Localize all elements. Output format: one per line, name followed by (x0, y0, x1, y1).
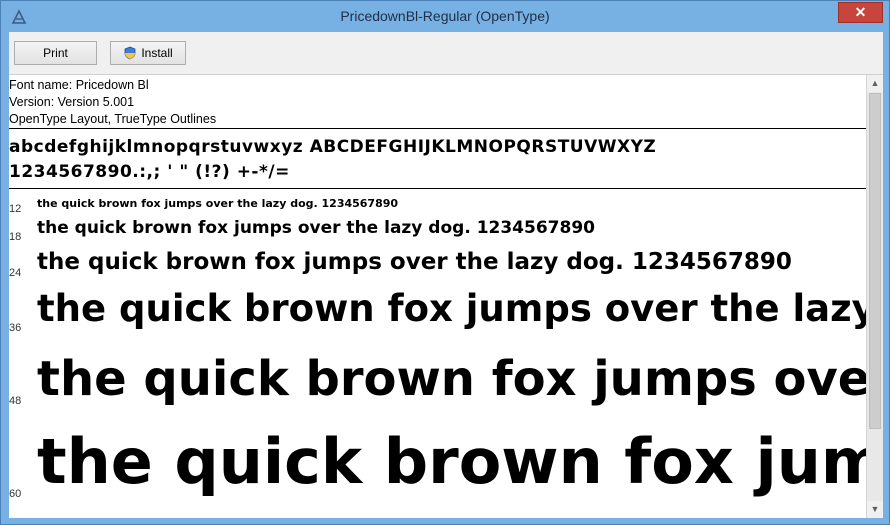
sample-text: the quick brown fox jumps over the lazy … (37, 351, 866, 407)
uac-shield-icon (124, 46, 136, 60)
sample-text: the quick brown fox jumps over the lazy … (37, 249, 792, 275)
toolbar: Print Install (9, 32, 883, 75)
title-bar[interactable]: PricedownBl-Regular (OpenType) ✕ (1, 1, 889, 32)
sample-size-label: 48 (9, 395, 22, 407)
sample-text: the quick brown fox jumps over the lazy … (37, 425, 866, 498)
sample-size-label: 18 (9, 231, 22, 243)
font-type-text: OpenType Layout, TrueType Outlines (9, 112, 217, 126)
font-name-text: Font name: Pricedown Bl (9, 78, 149, 92)
sample-size-label: 36 (9, 322, 22, 334)
sample-text: the quick brown fox jumps over the lazy … (37, 218, 595, 238)
close-button[interactable]: ✕ (838, 2, 883, 23)
sample-text: the quick brown fox jumps over the lazy … (37, 287, 866, 330)
sample-text: the quick brown fox jumps over the lazy … (37, 197, 399, 210)
font-info: Font name: Pricedown Bl Version: Version… (9, 77, 216, 128)
divider (9, 128, 866, 129)
scroll-down-arrow-icon[interactable]: ▼ (867, 501, 883, 518)
sample-size-label: 24 (9, 267, 22, 279)
scroll-up-arrow-icon[interactable]: ▲ (867, 75, 883, 92)
vertical-scrollbar[interactable]: ▲ ▼ (866, 75, 883, 518)
print-button-label: Print (43, 46, 68, 60)
print-button[interactable]: Print (14, 41, 97, 65)
sample-size-label: 60 (9, 488, 22, 500)
charset-letters: abcdefghijklmnopqrstuvwxyz ABCDEFGHIJKLM… (9, 137, 657, 157)
sample-size-label: 12 (9, 203, 22, 215)
font-viewer-window: PricedownBl-Regular (OpenType) ✕ Print I… (0, 0, 890, 525)
install-button-label: Install (141, 46, 173, 60)
window-title: PricedownBl-Regular (OpenType) (340, 8, 550, 24)
divider (9, 188, 866, 189)
charset-symbols: 1234567890.:,; ' " (!?) +-*/= (9, 162, 290, 182)
install-button[interactable]: Install (110, 41, 186, 65)
scrollbar-thumb[interactable] (869, 93, 881, 429)
font-version-text: Version: Version 5.001 (9, 95, 135, 109)
font-preview-pane: Font name: Pricedown Bl Version: Version… (9, 75, 866, 518)
